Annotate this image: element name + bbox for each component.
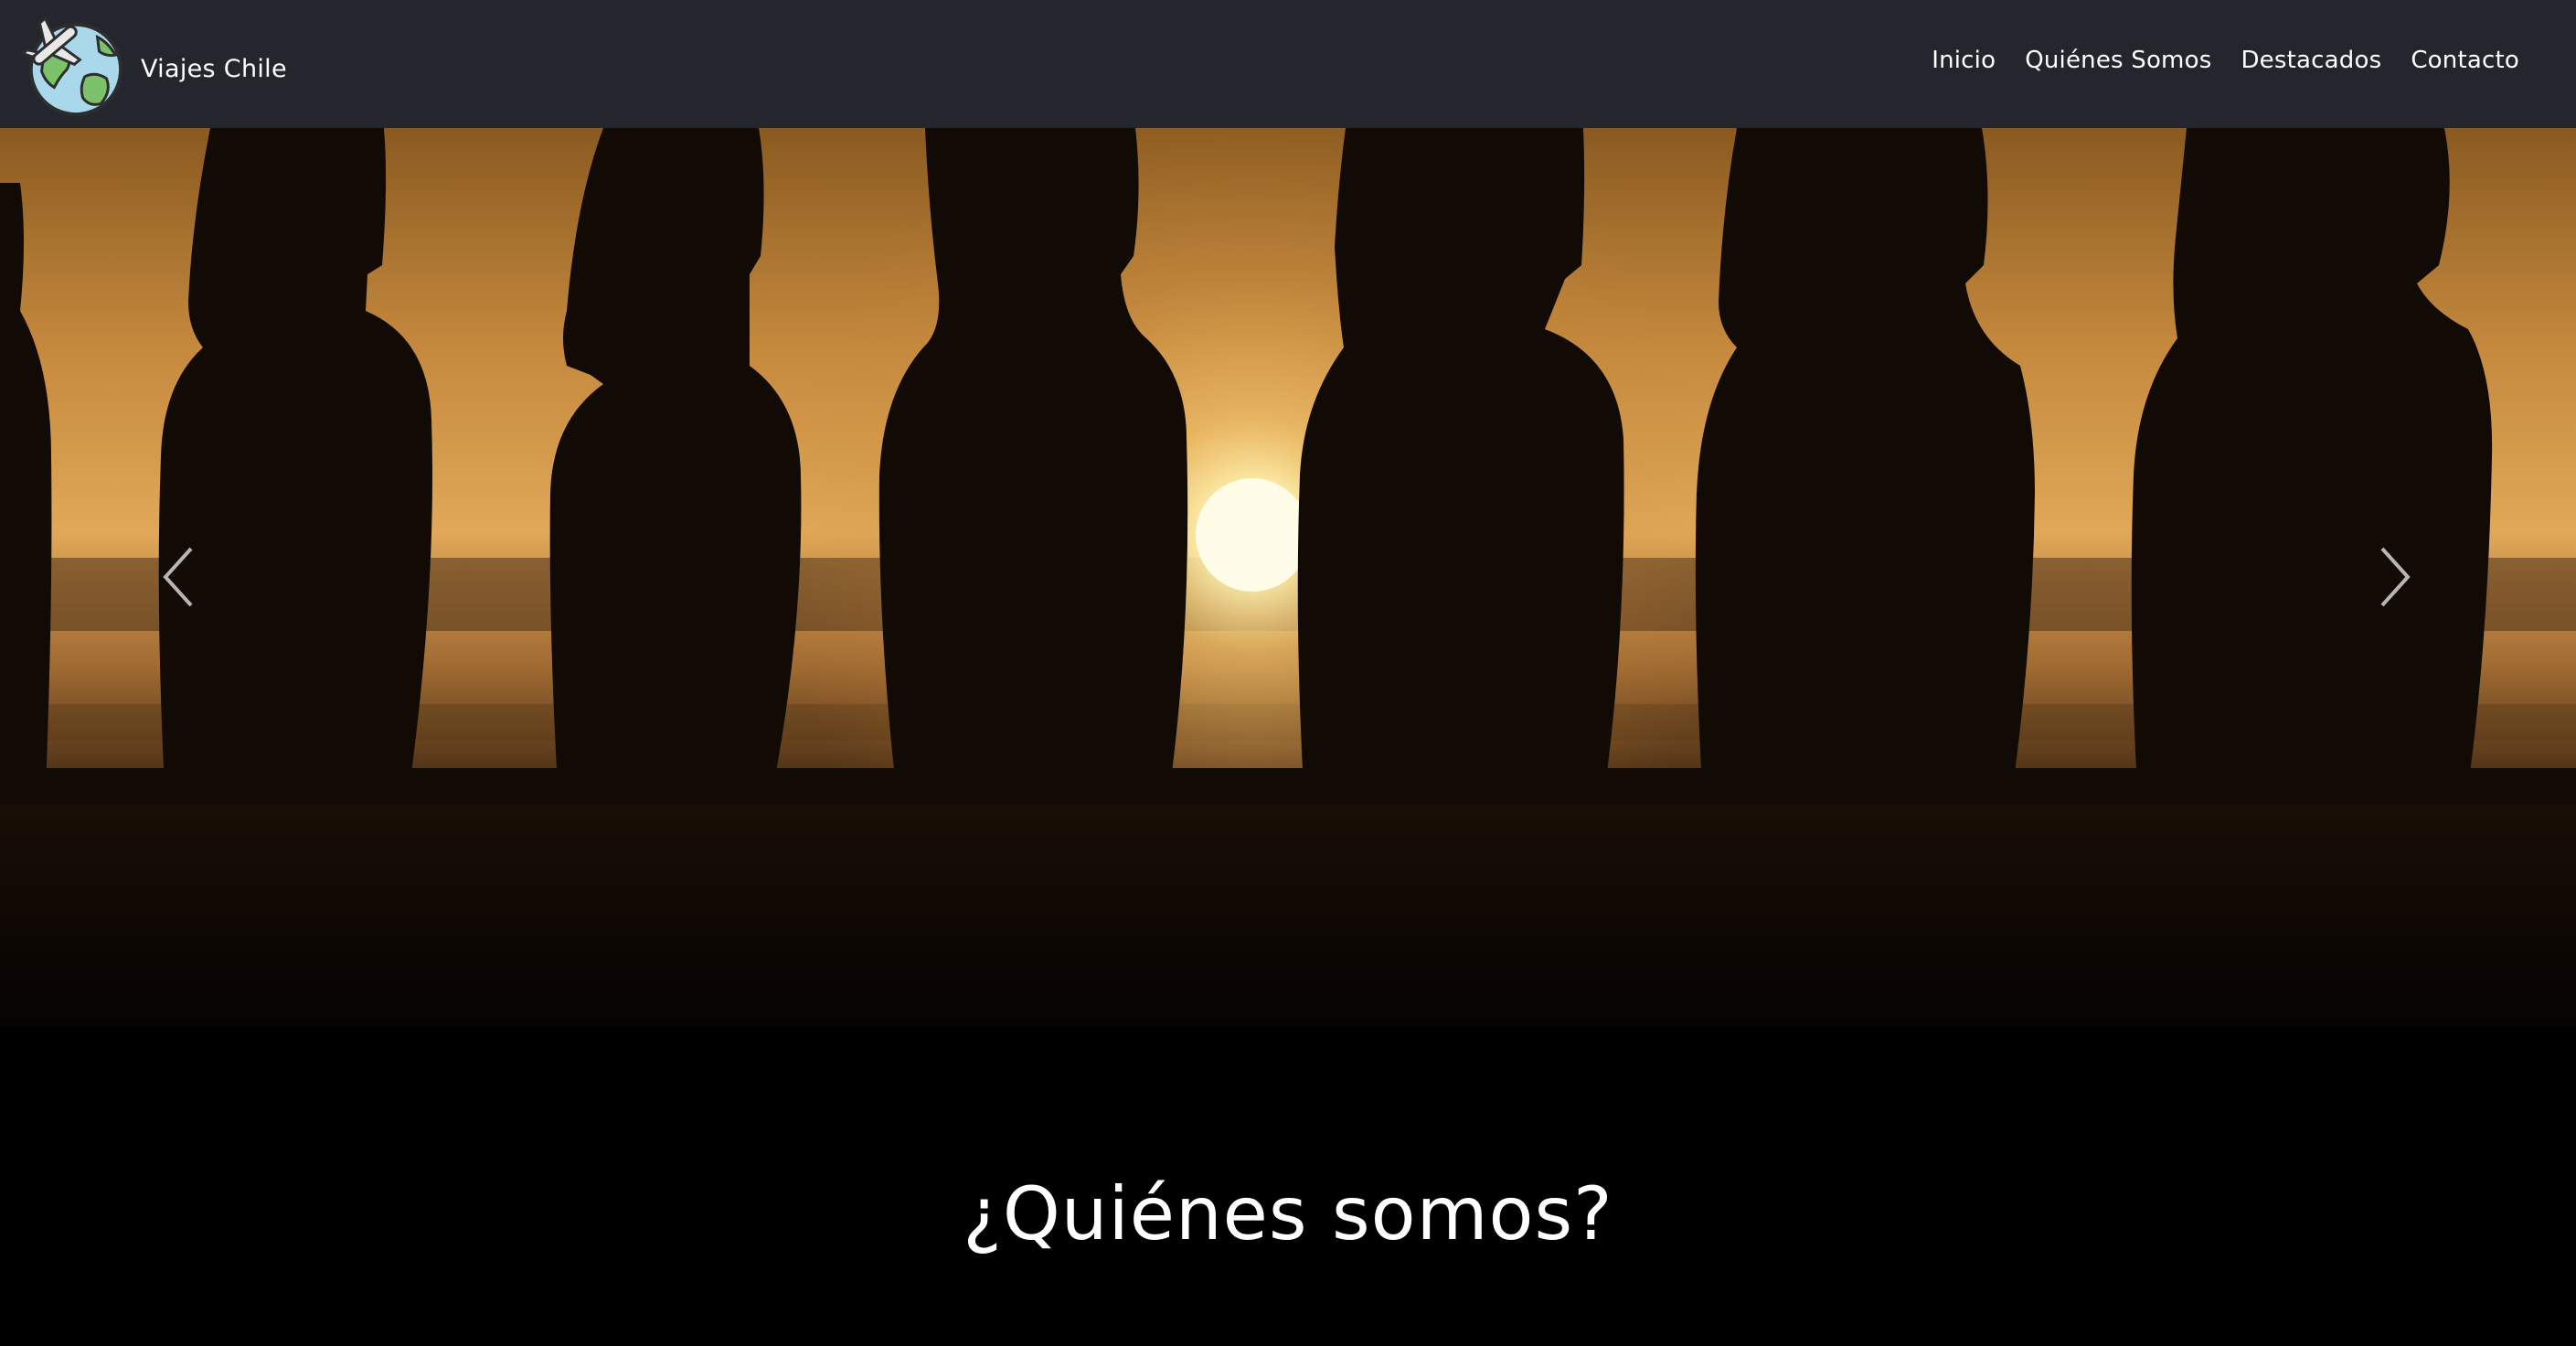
about-title: ¿Quiénes somos? xyxy=(963,1171,1613,1256)
globe-airplane-icon xyxy=(20,16,123,117)
hero-image xyxy=(0,128,2576,1026)
brand-name: Viajes Chile xyxy=(141,54,287,83)
carousel-next-button[interactable] xyxy=(2304,128,2486,1026)
navbar: Viajes Chile Inicio Quiénes Somos Destac… xyxy=(0,0,2576,128)
about-section: ¿Quiénes somos? xyxy=(0,1026,2576,1346)
hero-carousel xyxy=(0,128,2576,1026)
nav-link-contacto[interactable]: Contacto xyxy=(2411,47,2519,74)
chevron-left-icon xyxy=(163,547,193,607)
chevron-right-icon xyxy=(2380,547,2411,607)
nav-links: Inicio Quiénes Somos Destacados Contacto xyxy=(1932,47,2519,74)
nav-link-inicio[interactable]: Inicio xyxy=(1932,47,1996,74)
carousel-prev-button[interactable] xyxy=(87,128,270,1026)
nav-link-quienes-somos[interactable]: Quiénes Somos xyxy=(2025,47,2211,74)
nav-link-destacados[interactable]: Destacados xyxy=(2241,47,2381,74)
brand-link[interactable]: Viajes Chile xyxy=(18,10,287,118)
